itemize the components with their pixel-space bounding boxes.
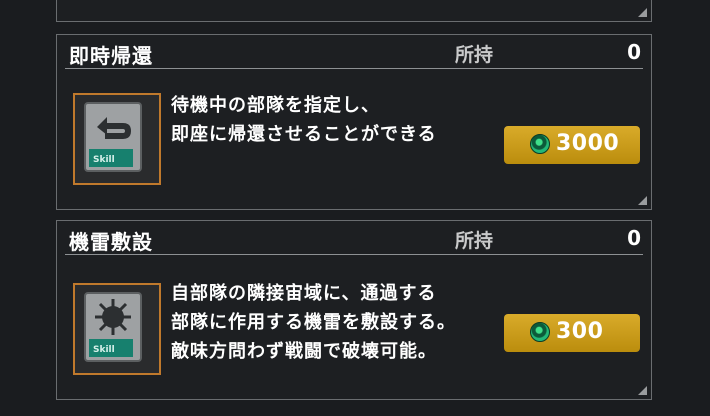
skill-description: 待機中の部隊を指定し、 即座に帰還させることができる [171,91,437,149]
credit-coin-icon [530,134,550,154]
skill-title: 機雷敷設 [69,230,153,254]
description-line: 自部隊の隣接宙域に、通過する [171,283,437,304]
description-line: 部隊に作用する機雷を敷設する。 [171,312,456,333]
mine-skill-card-icon: Skill [84,292,142,362]
description-line: 即座に帰還させることができる [171,124,437,145]
price-value: 3000 [556,131,620,156]
description-line: 敵味方問わず戦闘で破壊可能。 [171,341,437,362]
skill-description: 自部隊の隣接宙域に、通過する 部隊に作用する機雷を敷設する。 敵味方問わず戦闘で… [171,279,456,366]
skill-panel-mine-laying: 機雷敷設 所持 0 Skill 自部隊の隣接宙域に、通過する 部隊に作用する機雷… [56,220,652,400]
skill-card-image: Skill [73,93,161,185]
return-arrow-skill-card-icon: Skill [84,102,142,172]
purchase-button[interactable]: 300 [504,314,640,352]
description-line: 待機中の部隊を指定し、 [171,95,380,116]
panel-corner-marker [638,8,647,17]
skill-title: 即時帰還 [69,44,153,68]
owned-count: 0 [627,226,641,250]
previous-skill-panel [56,0,652,22]
skill-header: 機雷敷設 所持 0 [57,221,651,254]
owned-label: 所持 [455,44,494,66]
header-divider [65,254,643,255]
card-label-text: Skill [93,345,115,355]
owned-label: 所持 [455,230,494,252]
card-label-text: Skill [93,155,115,165]
credit-coin-icon [530,322,550,342]
panel-corner-marker [638,386,647,395]
skill-panel-instant-return: 即時帰還 所持 0 Skill 待機中の部隊を指定し、 即座に帰還させることがで… [56,34,652,210]
purchase-button[interactable]: 3000 [504,126,640,164]
skill-card-image: Skill [73,283,161,375]
price-value: 300 [556,319,604,344]
owned-count: 0 [627,40,641,64]
panel-corner-marker [638,196,647,205]
skill-header: 即時帰還 所持 0 [57,35,651,68]
header-divider [65,68,643,69]
